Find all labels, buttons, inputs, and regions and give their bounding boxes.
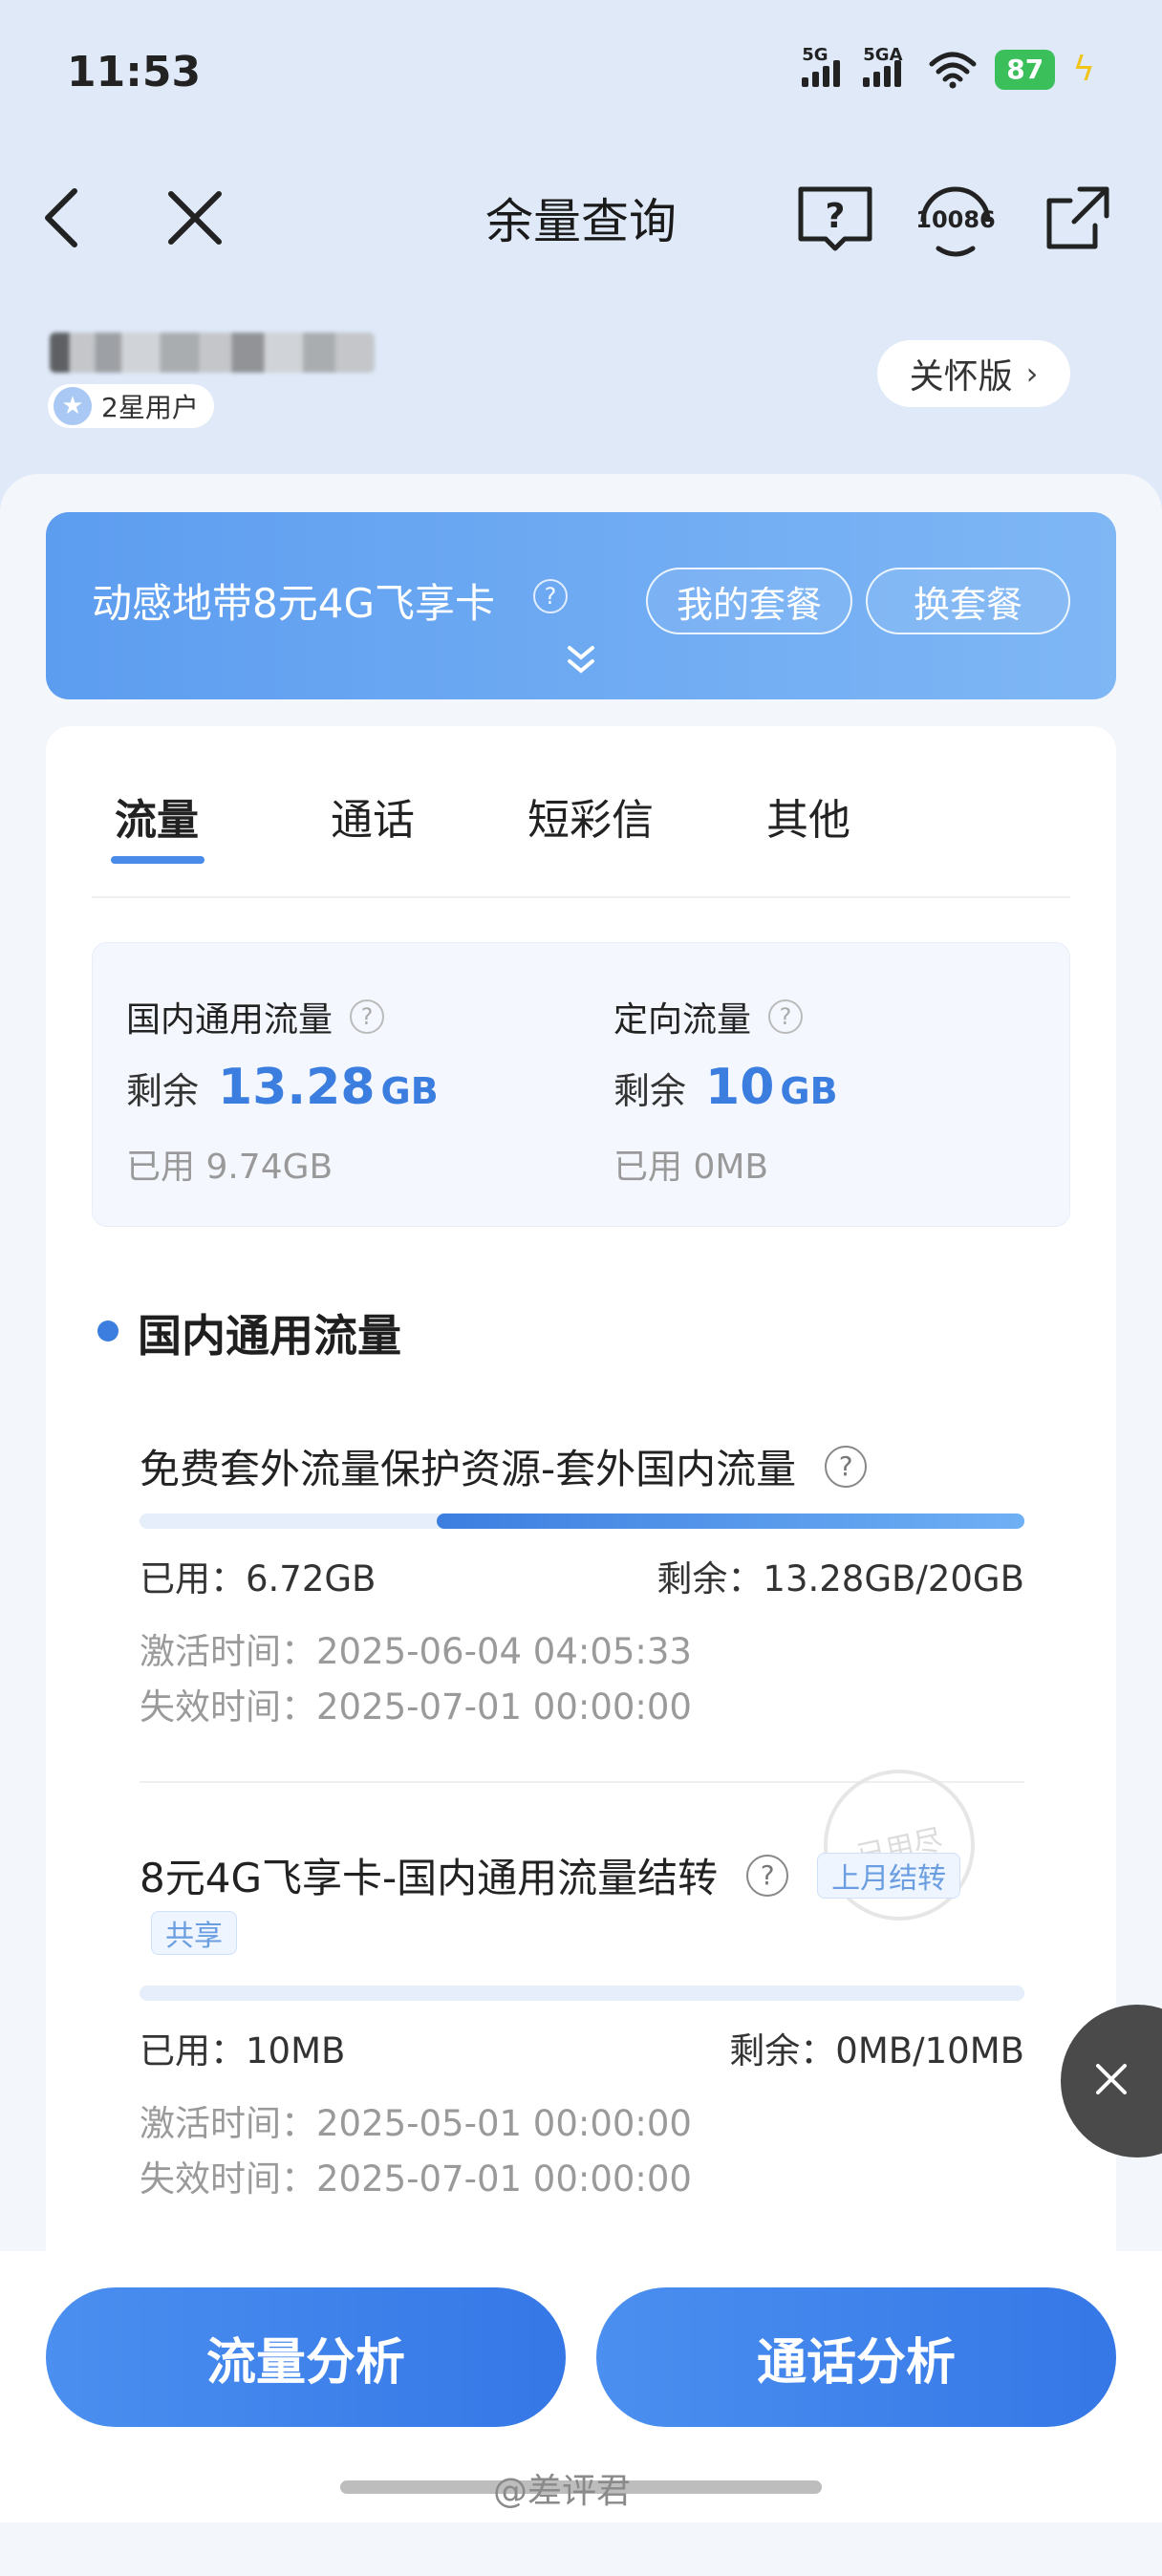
call-analysis-button[interactable]: 通话分析 — [596, 2287, 1116, 2427]
help-book-icon[interactable]: ? — [789, 172, 881, 264]
shared-tag: 共享 — [151, 1911, 237, 1955]
customer-service-icon[interactable]: 10086 — [910, 172, 1001, 264]
usage-progress-bar — [140, 1986, 1024, 2001]
signal-5ga-icon: 5GA — [863, 45, 911, 87]
directed-data-header: 定向流量 ? — [613, 992, 804, 1041]
general-data-title: 国内通用流量 — [126, 1000, 334, 1040]
item-expire-time: 失效时间：2025-07-01 00:00:00 — [140, 1686, 692, 1728]
directed-used: 已用 0MB — [613, 1148, 769, 1187]
general-data-header: 国内通用流量 ? — [126, 992, 385, 1041]
general-remain-value: 13.28 — [218, 1059, 376, 1116]
battery-indicator: 87 — [995, 50, 1056, 90]
care-mode-label: 关怀版 — [909, 357, 1013, 397]
close-icon — [1092, 2060, 1130, 2102]
rollover-tag: 上月结转 — [817, 1852, 961, 1899]
expand-chevron-icon[interactable] — [560, 638, 602, 682]
item-used: 已用：6.72GB — [140, 1558, 377, 1599]
item-used: 已用：10MB — [140, 2030, 346, 2072]
care-mode-button[interactable]: 关怀版 › — [877, 340, 1070, 407]
usage-progress-bar — [140, 1513, 1024, 1529]
section-title: 国内通用流量 — [138, 1310, 401, 1362]
user-level-badge: ★ 2星用户 — [48, 384, 214, 428]
plan-help-icon[interactable]: ? — [533, 579, 568, 613]
item-expire-time: 失效时间：2025-07-01 00:00:00 — [140, 2158, 692, 2200]
directed-remain: 剩余 10 GB — [613, 1059, 838, 1116]
item-help-icon[interactable]: ? — [746, 1854, 789, 1897]
item-help-icon[interactable]: ? — [825, 1445, 868, 1488]
item-remain: 剩余：0MB/10MB — [729, 2030, 1024, 2072]
item-remain: 剩余：13.28GB/20GB — [656, 1558, 1024, 1599]
tab-data[interactable]: 流量 — [115, 785, 199, 847]
directed-remain-value: 10 — [705, 1059, 775, 1116]
my-plan-button[interactable]: 我的套餐 — [646, 568, 852, 634]
tab-calls[interactable]: 通话 — [331, 785, 415, 847]
charging-bolt-icon: ϟ — [1072, 50, 1095, 89]
share-icon[interactable] — [1032, 172, 1124, 264]
general-remain: 剩余 13.28 GB — [126, 1059, 439, 1116]
svg-text:10086: 10086 — [915, 206, 996, 233]
section-bullet — [97, 1320, 118, 1342]
list-item: 免费套外流量保护资源-套外国内流量 ? — [140, 1437, 868, 1495]
signal-5g-icon: 5G — [802, 45, 846, 87]
directed-data-title: 定向流量 — [613, 1000, 752, 1040]
directed-data-help-icon[interactable]: ? — [768, 999, 804, 1034]
star-icon: ★ — [54, 387, 92, 425]
general-used: 已用 9.74GB — [126, 1148, 334, 1187]
status-time: 11:53 — [67, 48, 202, 97]
traffic-analysis-button[interactable]: 流量分析 — [46, 2287, 566, 2427]
status-icons: 5G 5GA 87 ϟ — [802, 45, 1095, 90]
item-activate-time: 激活时间：2025-06-04 04:05:33 — [140, 1631, 692, 1672]
user-level-label: 2星用户 — [101, 392, 199, 423]
tab-other[interactable]: 其他 — [766, 785, 850, 847]
phone-number-blurred — [50, 333, 375, 373]
tab-active-indicator — [111, 856, 204, 864]
tab-sms[interactable]: 短彩信 — [527, 785, 654, 847]
plan-name: 动感地带8元4G飞享卡 — [92, 580, 495, 627]
wifi-icon — [929, 52, 977, 89]
svg-text:?: ? — [826, 197, 846, 236]
list-item: 8元4G飞享卡-国内通用流量结转 ? 上月结转 — [140, 1846, 961, 1904]
item-activate-time: 激活时间：2025-05-01 00:00:00 — [140, 2103, 692, 2144]
item-title: 免费套外流量保护资源-套外国内流量 — [140, 1446, 797, 1492]
chevron-right-icon: › — [1025, 355, 1039, 392]
watermark: @差评君 — [493, 2472, 632, 2511]
change-plan-button[interactable]: 换套餐 — [866, 568, 1070, 634]
general-data-help-icon[interactable]: ? — [350, 999, 385, 1034]
tab-divider — [92, 896, 1070, 898]
usage-progress-fill — [437, 1513, 1024, 1529]
item-title: 8元4G飞享卡-国内通用流量结转 — [140, 1855, 719, 1901]
